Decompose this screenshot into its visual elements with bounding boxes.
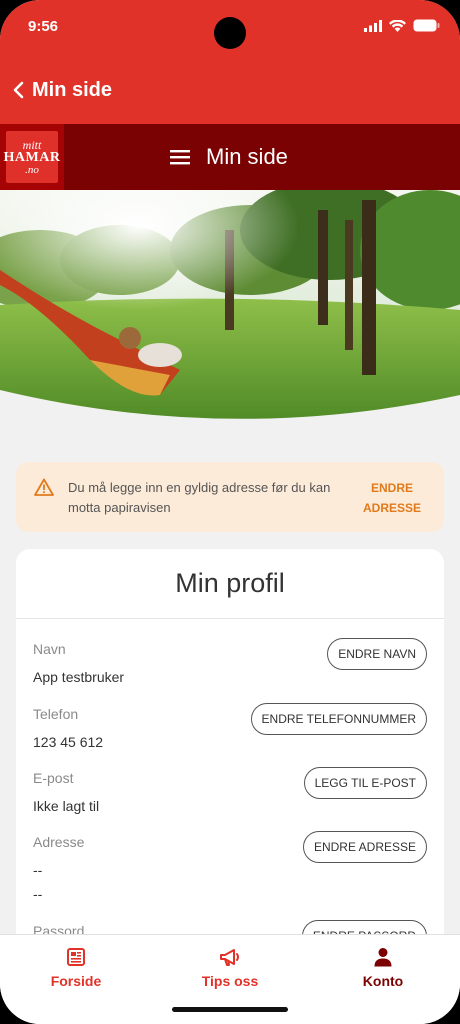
user-icon [374,948,392,967]
change-phone-button[interactable]: ENDRE TELEFONNUMMER [250,703,427,735]
address-label: Adresse [33,834,85,850]
hero-image [0,190,460,430]
back-label: Min side [32,78,113,101]
app-bar: Min side [0,56,460,124]
sub-header-title: Min side [206,144,288,169]
email-value: Ikke lagt til [33,798,100,814]
sub-header: mitt HAMAR .no Min side [0,124,460,190]
logo-mark: mitt HAMAR .no [3,131,61,183]
back-button[interactable]: Min side [0,56,112,124]
system-icons [364,19,440,32]
warning-icon [34,478,54,496]
signal-icon [364,19,382,32]
tab-konto-label: Konto [362,973,404,989]
newspaper-icon [67,948,85,966]
battery-icon [413,19,440,32]
status-bar: 9:56 [0,0,460,56]
tab-tips-oss[interactable]: Tips oss [170,947,290,989]
change-name-button[interactable]: ENDRE NAVN [327,638,427,670]
name-label: Navn [33,641,66,657]
tab-forside[interactable]: Forside [16,947,136,989]
profile-title: Min profil [16,549,444,619]
logo-line3: .no [25,163,39,176]
alert-message: Du må legge inn en gyldig adresse før du… [68,480,331,515]
address-warning-alert: Du må legge inn en gyldig adresse før du… [16,462,444,532]
name-value: App testbruker [33,669,125,685]
logo-line1: mitt [22,137,42,152]
tab-tips-oss-label: Tips oss [201,973,259,989]
chevron-left-icon [13,81,24,99]
tab-forside-label: Forside [50,973,102,989]
tab-konto[interactable]: Konto [323,947,443,989]
alert-action-line2: ADRESSE [362,501,421,515]
home-indicator [172,1007,288,1012]
hammock-photo [0,190,460,430]
alert-change-address-link[interactable]: ENDRE ADRESSE [362,478,422,518]
alert-action-line1: ENDRE [370,481,413,495]
phone-value: 123 45 612 [33,734,104,750]
add-email-button[interactable]: LEGG TIL E-POST [303,767,427,799]
phone-screen: 9:56 Min side mitt HAMAR .no Min side Du… [0,0,460,1024]
site-logo[interactable]: mitt HAMAR .no [0,124,64,190]
wifi-icon [389,19,406,32]
menu-button[interactable]: Min side [170,124,288,190]
hamburger-icon [170,150,190,165]
logo-line2: HAMAR [3,149,61,165]
address-value-line1: -- [33,862,43,878]
megaphone-icon [220,949,239,966]
address-value-line2: -- [33,886,43,902]
camera-cutout [214,17,246,49]
change-address-button[interactable]: ENDRE ADRESSE [302,831,427,863]
phone-label: Telefon [33,706,79,722]
email-label: E-post [33,770,74,786]
profile-card: Min profil Navn App testbruker ENDRE NAV… [16,549,444,969]
status-time: 9:56 [28,18,59,35]
